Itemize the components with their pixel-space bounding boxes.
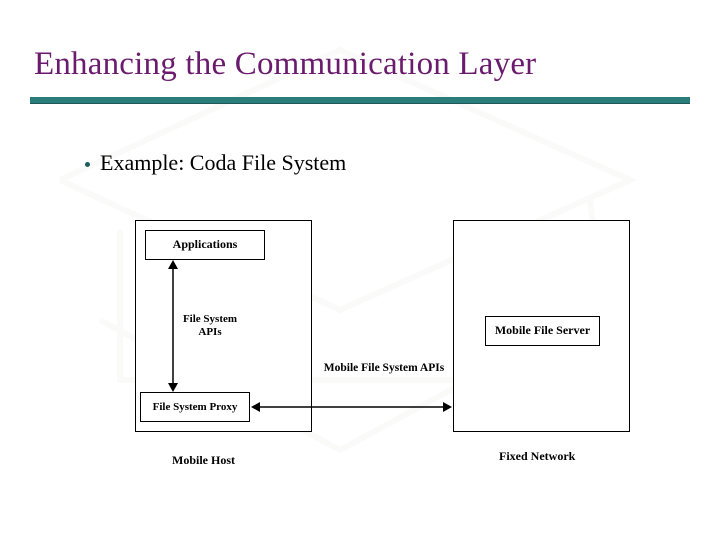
slide: Enhancing the Communication Layer Exampl… <box>0 0 720 540</box>
file-system-apis-label: File System APIs <box>180 313 240 338</box>
slide-title: Enhancing the Communication Layer <box>34 46 536 83</box>
mobile-host-caption: Mobile Host <box>172 453 235 468</box>
title-underline <box>30 97 690 103</box>
bullet-icon <box>85 162 90 167</box>
bullet-text: Example: Coda File System <box>100 150 346 176</box>
mobile-file-system-apis-label: Mobile File System APIs <box>314 362 454 374</box>
mobile-file-server-box: Mobile File Server <box>485 316 600 346</box>
file-system-proxy-box: File System Proxy <box>140 392 250 422</box>
fixed-network-caption: Fixed Network <box>499 449 575 464</box>
applications-box: Applications <box>145 230 265 260</box>
